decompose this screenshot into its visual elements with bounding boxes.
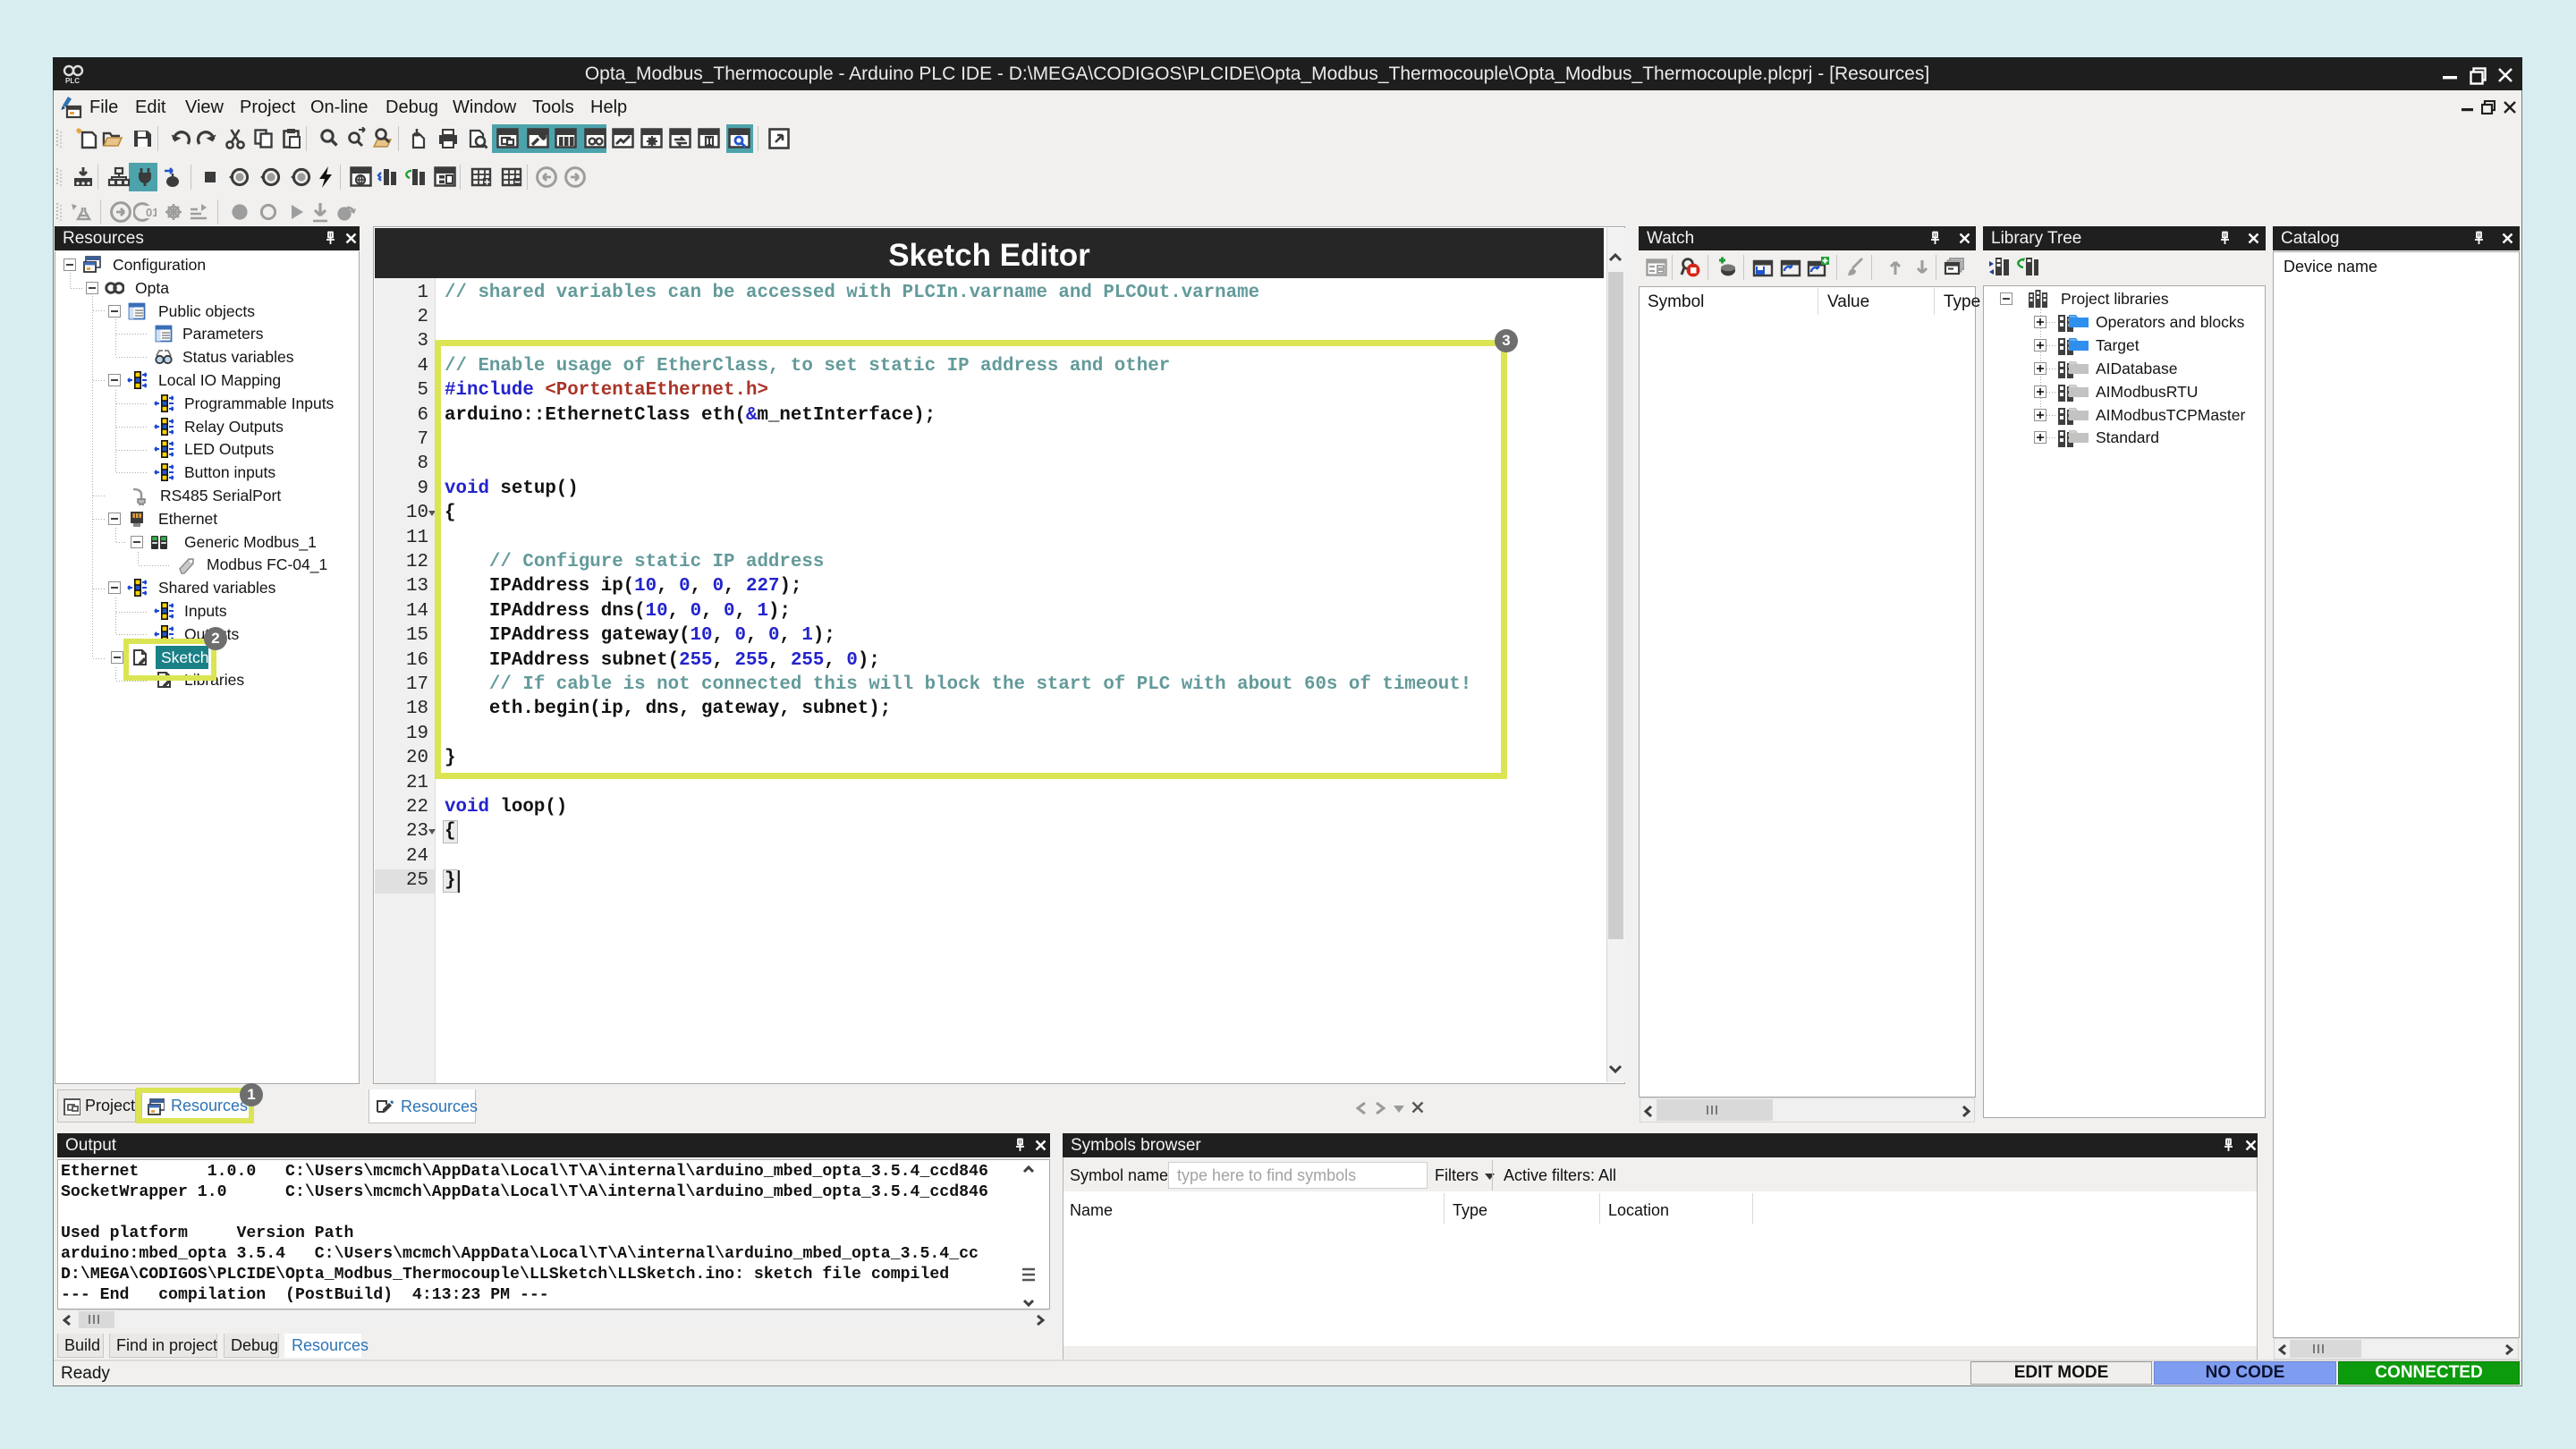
svg-text:01: 01 bbox=[146, 206, 157, 219]
